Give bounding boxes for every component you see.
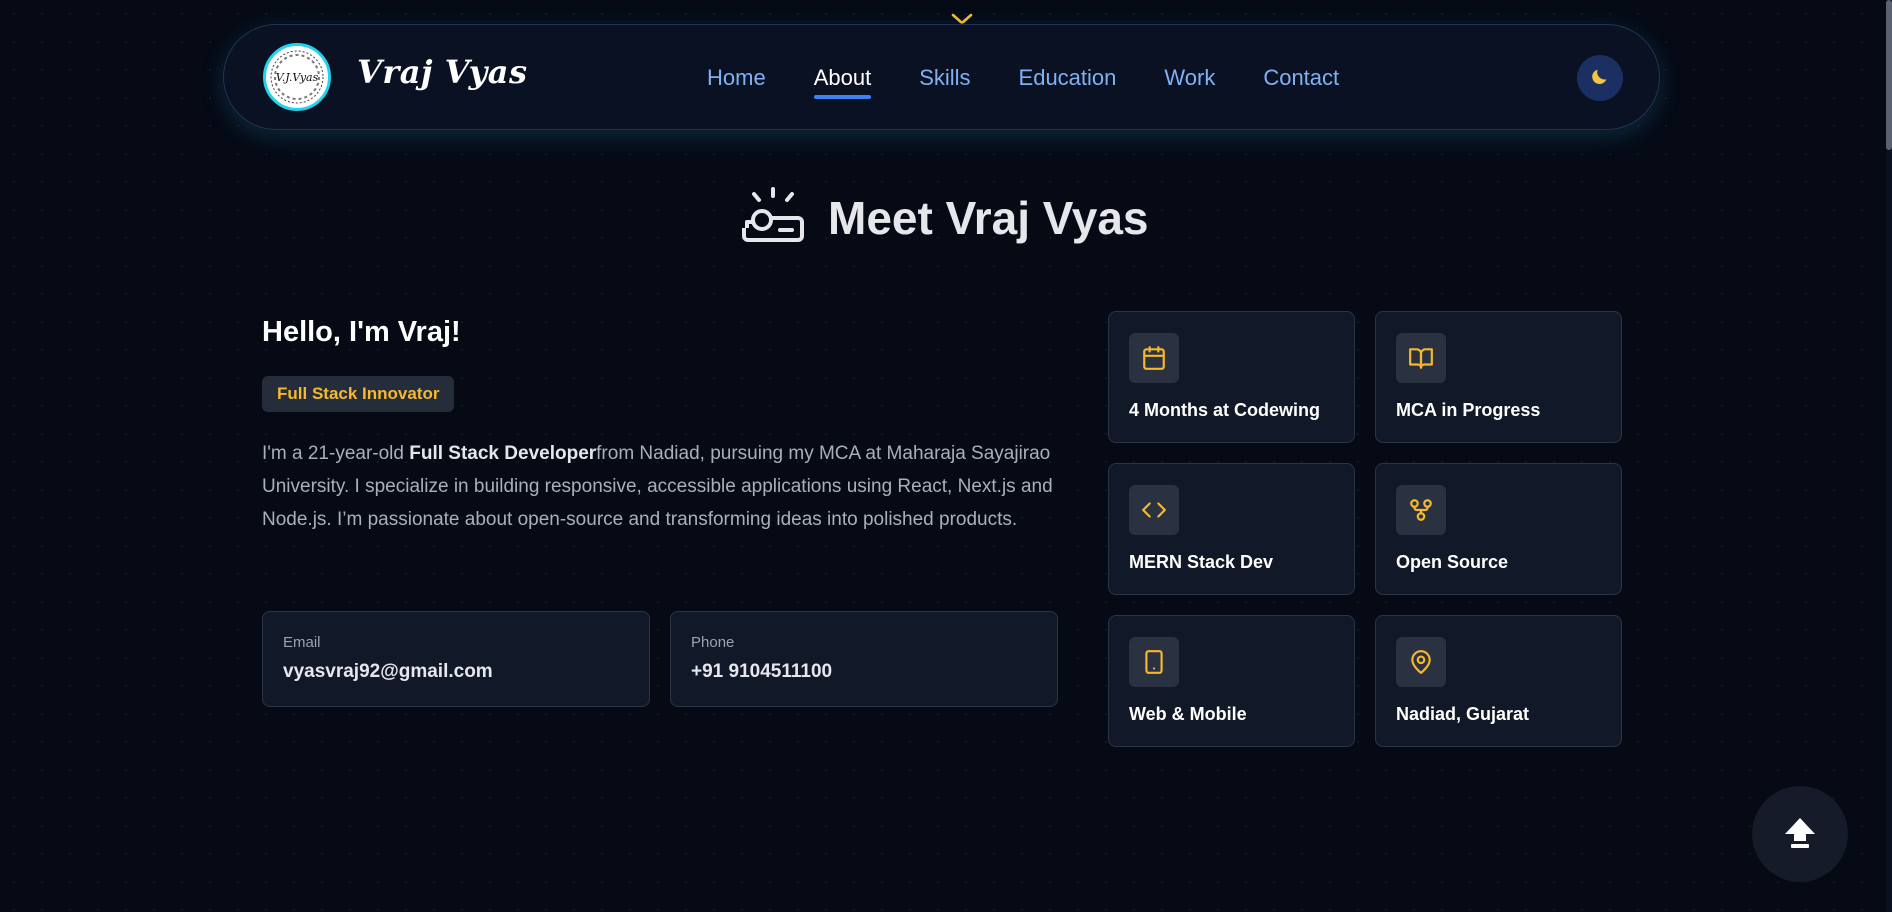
calendar-icon — [1129, 333, 1179, 383]
nav-about[interactable]: About — [813, 65, 871, 99]
greeting-heading: Hello, I'm Vraj! — [262, 316, 461, 348]
page-scrollbar[interactable] — [1886, 0, 1892, 912]
nav-education[interactable]: Education — [1019, 65, 1117, 91]
stat-label: 4 Months at Codewing — [1129, 400, 1320, 420]
git-fork-icon — [1396, 485, 1446, 535]
camera-icon — [740, 186, 806, 249]
email-value[interactable]: vyasvraj92@gmail.com — [283, 661, 629, 683]
navbar: V.J.Vyas Vraj Vyas Home About Skills Edu… — [223, 24, 1660, 130]
role-badge: Full Stack Innovator — [262, 376, 455, 412]
scrollbar-thumb[interactable] — [1886, 0, 1892, 150]
nav-home[interactable]: Home — [707, 65, 766, 91]
nav-skills[interactable]: Skills — [919, 65, 970, 91]
stat-label: Nadiad, Gujarat — [1396, 704, 1530, 724]
stat-card-education[interactable]: MCA in Progress — [1375, 311, 1622, 443]
main-nav: Home About Skills Education Work Contact — [707, 65, 1339, 99]
arrow-up-icon — [1783, 815, 1817, 854]
stat-card-experience[interactable]: 4 Months at Codewing — [1108, 311, 1355, 443]
phone-card[interactable]: Phone +91 9104511100 — [670, 611, 1058, 707]
email-card[interactable]: Email vyasvraj92@gmail.com — [262, 611, 650, 707]
phone-label: Phone — [691, 634, 735, 651]
smartphone-icon — [1129, 637, 1179, 687]
map-pin-icon — [1396, 637, 1446, 687]
bio-prefix: I'm a 21-year-old — [262, 443, 410, 464]
brand-name[interactable]: Vraj Vyas — [357, 53, 528, 91]
book-open-icon — [1396, 333, 1446, 383]
stat-label: MERN Stack Dev — [1129, 552, 1274, 572]
stat-label: Web & Mobile — [1129, 704, 1247, 724]
stat-card-location[interactable]: Nadiad, Gujarat — [1375, 615, 1622, 747]
nav-contact[interactable]: Contact — [1263, 65, 1339, 91]
moon-icon — [1589, 65, 1611, 92]
back-to-top-button[interactable] — [1752, 786, 1848, 882]
stat-label: MCA in Progress — [1396, 400, 1541, 420]
bio-highlight: Full Stack Developer — [409, 443, 597, 464]
nav-work[interactable]: Work — [1164, 65, 1215, 91]
theme-toggle-button[interactable] — [1577, 55, 1623, 101]
page-title: Meet Vraj Vyas — [828, 191, 1149, 244]
stat-card-open-source[interactable]: Open Source — [1375, 463, 1622, 595]
email-label: Email — [283, 634, 321, 651]
code-icon — [1129, 485, 1179, 535]
phone-value[interactable]: +91 9104511100 — [691, 661, 1037, 683]
logo[interactable]: V.J.Vyas — [263, 43, 331, 111]
stat-card-stack[interactable]: MERN Stack Dev — [1108, 463, 1355, 595]
bio-paragraph: I'm a 21-year-old Full Stack Developerfr… — [262, 437, 1062, 536]
stat-card-platforms[interactable]: Web & Mobile — [1108, 615, 1355, 747]
stat-label: Open Source — [1396, 552, 1509, 572]
logo-text: V.J.Vyas — [276, 71, 319, 84]
section-heading: Meet Vraj Vyas — [740, 186, 1149, 249]
